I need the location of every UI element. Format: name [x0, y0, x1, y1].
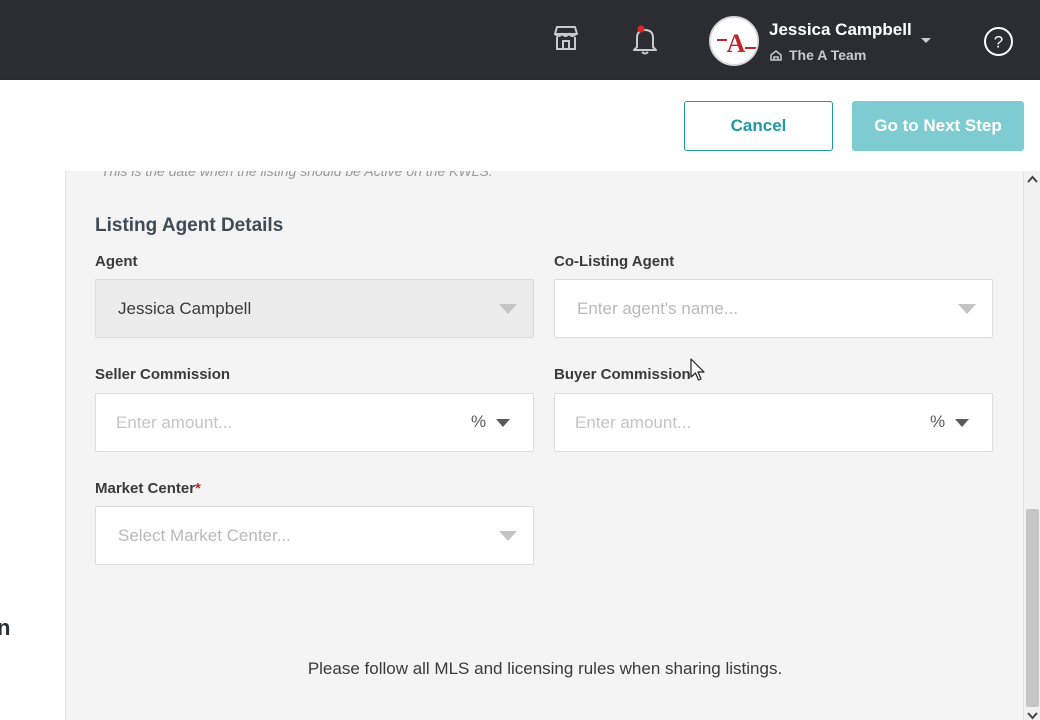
- next-step-button[interactable]: Go to Next Step: [852, 101, 1024, 151]
- help-icon[interactable]: ?: [983, 26, 1014, 57]
- seller-commission-input[interactable]: Enter amount... %: [95, 393, 534, 452]
- avatar[interactable]: A: [709, 16, 759, 66]
- buyer-commission-placeholder: Enter amount...: [575, 412, 692, 432]
- seller-commission-placeholder: Enter amount...: [116, 412, 233, 432]
- team-name: The A Team: [789, 47, 867, 63]
- user-menu-caret-icon[interactable]: [920, 37, 932, 45]
- required-mark: *: [195, 480, 201, 497]
- buyer-commission-label: Buyer Commission: [554, 366, 691, 383]
- scrollbar-thumb[interactable]: [1026, 509, 1039, 707]
- chevron-down-icon: [499, 531, 517, 541]
- chevron-down-icon: [499, 304, 517, 314]
- store-icon[interactable]: [552, 24, 580, 52]
- top-nav-bar: A Jessica Campbell The A Team ?: [0, 0, 1040, 80]
- market-center-label: Market Center*: [95, 480, 201, 497]
- buyer-commission-input[interactable]: Enter amount... %: [554, 393, 993, 452]
- cancel-button[interactable]: Cancel: [684, 101, 833, 151]
- section-title: Listing Agent Details: [95, 215, 284, 236]
- agent-value: Jessica Campbell: [118, 298, 252, 318]
- left-rail: n: [0, 171, 66, 720]
- agent-label: Agent: [95, 253, 138, 270]
- market-center-placeholder: Select Market Center...: [118, 525, 291, 545]
- mouse-cursor-icon: [690, 358, 705, 381]
- seller-commission-unit[interactable]: %: [471, 412, 486, 432]
- svg-text:?: ?: [994, 33, 1003, 52]
- scroll-up-icon[interactable]: [1027, 175, 1038, 183]
- team-logo-icon: A: [711, 18, 757, 64]
- buyer-commission-unit[interactable]: %: [930, 412, 945, 432]
- market-center-label-text: Market Center: [95, 480, 196, 497]
- agent-select[interactable]: Jessica Campbell: [95, 279, 534, 338]
- team-label: The A Team: [769, 47, 866, 63]
- user-name[interactable]: Jessica Campbell: [769, 20, 912, 40]
- left-text-fragment: n: [0, 615, 11, 640]
- svg-text:A: A: [727, 29, 746, 58]
- market-center-select[interactable]: Select Market Center...: [95, 506, 534, 565]
- co-listing-agent-label: Co-Listing Agent: [554, 253, 675, 270]
- scroll-down-icon[interactable]: [1027, 712, 1038, 720]
- bell-icon[interactable]: [630, 24, 660, 56]
- mls-rules-note: Please follow all MLS and licensing rule…: [307, 659, 783, 678]
- chevron-down-icon[interactable]: [955, 419, 969, 427]
- form-area: This is the date when the listing should…: [67, 171, 1023, 720]
- team-icon: [770, 50, 782, 61]
- scrollbar[interactable]: [1023, 171, 1040, 720]
- co-listing-agent-placeholder: Enter agent's name...: [577, 298, 739, 318]
- chevron-down-icon: [958, 304, 976, 314]
- action-bar: Cancel Go to Next Step: [0, 80, 1040, 171]
- seller-commission-label: Seller Commission: [95, 366, 231, 383]
- chevron-down-icon[interactable]: [496, 419, 510, 427]
- notification-dot: [637, 25, 645, 33]
- co-listing-agent-select[interactable]: Enter agent's name...: [554, 279, 993, 338]
- active-date-hint: This is the date when the listing should…: [101, 171, 493, 179]
